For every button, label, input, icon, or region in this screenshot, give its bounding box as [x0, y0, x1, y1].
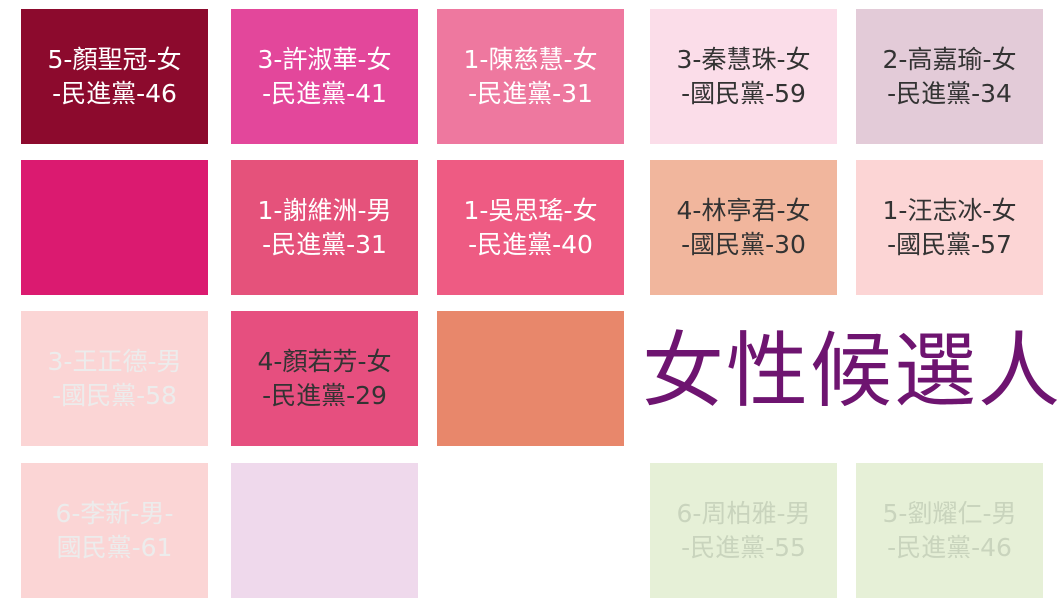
candidate-party-line: -民進黨-46: [52, 78, 177, 108]
female-candidates-label: 女性候選人: [642, 324, 1058, 419]
candidate-tile: 3-秦慧珠-女 -國民黨-59: [650, 9, 837, 144]
candidate-name-line: 3-王正德-男: [47, 346, 182, 376]
candidate-tile: 3-王正德-男 -國民黨-58: [21, 311, 208, 446]
candidate-party-line: -國民黨-59: [681, 78, 806, 108]
candidate-tile: 1-陳慈慧-女 -民進黨-31: [437, 9, 624, 144]
candidate-party-line: -民進黨-31: [468, 78, 593, 108]
candidate-party-line: -民進黨-31: [262, 229, 387, 259]
candidate-tile: 5-劉耀仁-男 -民進黨-46: [856, 463, 1043, 598]
candidate-tile: 1-吳思瑤-女 -民進黨-40: [437, 160, 624, 295]
candidate-party-line: -民進黨-29: [262, 380, 387, 410]
empty-tile: [437, 311, 624, 446]
candidate-tile: 5-顏聖冠-女 -民進黨-46: [21, 9, 208, 144]
candidate-name-line: 2-高嘉瑜-女: [882, 44, 1017, 74]
candidate-name-line: 5-劉耀仁-男: [882, 498, 1017, 528]
empty-tile: [21, 160, 208, 295]
candidate-name-line: 3-許淑華-女: [257, 44, 392, 74]
candidate-name-line: 1-陳慈慧-女: [463, 44, 598, 74]
candidate-party-line: -民進黨-40: [468, 229, 593, 259]
candidate-party-line: -民進黨-34: [887, 78, 1012, 108]
candidate-name-line: 3-秦慧珠-女: [676, 44, 811, 74]
candidate-name-line: 6-周柏雅-男: [676, 498, 811, 528]
candidate-party-line: 國民黨-61: [56, 532, 173, 562]
candidate-party-line: -國民黨-58: [52, 380, 177, 410]
candidate-tile: 1-汪志冰-女 -國民黨-57: [856, 160, 1043, 295]
candidate-name-line: 4-林亭君-女: [676, 195, 811, 225]
candidate-tile: 6-李新-男- 國民黨-61: [21, 463, 208, 598]
candidate-party-line: -民進黨-41: [262, 78, 387, 108]
candidate-tile: 4-顏若芳-女 -民進黨-29: [231, 311, 418, 446]
candidate-tile: 6-周柏雅-男 -民進黨-55: [650, 463, 837, 598]
candidate-tile: 1-謝維洲-男 -民進黨-31: [231, 160, 418, 295]
candidate-name-line: 5-顏聖冠-女: [47, 44, 182, 74]
candidate-name-line: 6-李新-男-: [55, 498, 174, 528]
candidate-tile: 2-高嘉瑜-女 -民進黨-34: [856, 9, 1043, 144]
candidate-tile: 3-許淑華-女 -民進黨-41: [231, 9, 418, 144]
candidate-tile: 4-林亭君-女 -國民黨-30: [650, 160, 837, 295]
candidate-name-line: 1-謝維洲-男: [257, 195, 392, 225]
empty-tile: [231, 463, 418, 598]
candidate-party-line: -國民黨-57: [887, 229, 1012, 259]
candidate-party-line: -民進黨-46: [887, 532, 1012, 562]
candidate-party-line: -民進黨-55: [681, 532, 806, 562]
candidate-party-line: -國民黨-30: [681, 229, 806, 259]
candidate-name-line: 1-吳思瑤-女: [463, 195, 598, 225]
candidate-name-line: 1-汪志冰-女: [882, 195, 1017, 225]
candidate-name-line: 4-顏若芳-女: [257, 346, 392, 376]
